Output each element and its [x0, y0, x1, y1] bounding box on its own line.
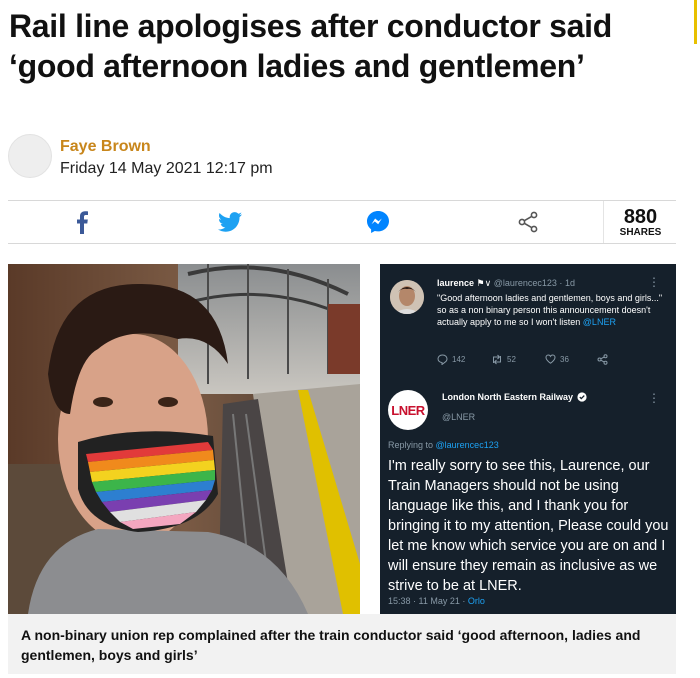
tweet1-flag-emoji: ⚑∨	[476, 278, 492, 288]
tweet1-avatar	[390, 280, 424, 314]
heart-icon	[545, 354, 556, 364]
author-avatar	[8, 134, 52, 178]
tweet1-like-button[interactable]: 36	[545, 354, 569, 364]
retweet-icon	[493, 354, 501, 365]
tweet2-handle[interactable]: @LNER	[442, 412, 475, 422]
tweet2-replying-to: Replying to @laurencec123	[388, 440, 499, 450]
tweet2-client[interactable]: Orlo	[468, 596, 485, 606]
article-photo	[8, 264, 360, 614]
tweet1-handle[interactable]: @laurencec123	[494, 278, 557, 288]
publish-date: Friday 14 May 2021 12:17 pm	[60, 160, 273, 177]
tweet1-avatar-image	[390, 280, 424, 314]
tweet1-header: laurence ⚑∨ @laurencec123 · 1d	[437, 278, 575, 289]
reply-icon	[437, 354, 448, 365]
facebook-share-button[interactable]	[8, 201, 156, 243]
verified-badge-icon	[577, 392, 587, 402]
share-count: 880 SHARES	[603, 201, 677, 243]
tweet1-retweet-count: 52	[507, 355, 516, 364]
station-selfie-illustration	[8, 264, 360, 614]
tweet1-retweet-button[interactable]: 52	[491, 354, 516, 365]
messenger-icon	[367, 211, 389, 233]
tweet1-like-count: 36	[560, 354, 569, 364]
tweet2-name[interactable]: London North Eastern Railway	[442, 392, 573, 402]
tweet1-time: 1d	[564, 278, 575, 288]
messenger-share-button[interactable]	[304, 201, 452, 243]
tweet1-mention[interactable]: @LNER	[583, 317, 616, 327]
photo-caption: A non-binary union rep complained after …	[8, 614, 676, 674]
tweet2-timestamp: 15:38 · 11 May 21 ·	[388, 596, 468, 606]
edge-accent-line	[694, 0, 697, 44]
tweet1-share-button[interactable]	[597, 354, 608, 365]
tweet1-text-body: "Good afternoon ladies and gentlemen, bo…	[437, 293, 663, 327]
twitter-icon	[218, 212, 242, 232]
tweet2-name-row: London North Eastern Railway	[442, 392, 587, 402]
share-button[interactable]	[452, 201, 603, 243]
replying-handle[interactable]: @laurencec123	[436, 440, 499, 450]
tweet1-name[interactable]: laurence	[437, 278, 474, 288]
tweet1-actions: 142 52 36	[437, 354, 637, 366]
lner-avatar: LNER	[388, 390, 428, 430]
caption-text: A non-binary union rep complained after …	[21, 627, 641, 663]
tweet-screenshot: laurence ⚑∨ @laurencec123 · 1d ⋮ "Good a…	[380, 264, 676, 614]
tweet1-dot: ·	[559, 278, 563, 288]
tweet1-reply-button[interactable]: 142	[437, 354, 465, 365]
author-name[interactable]: Faye Brown	[60, 138, 151, 156]
replying-label: Replying to	[388, 440, 436, 450]
tweet1-reply-count: 142	[452, 355, 466, 364]
tweet1-text: "Good afternoon ladies and gentlemen, bo…	[437, 292, 667, 328]
share-count-label: SHARES	[619, 227, 662, 238]
share-count-number: 880	[623, 206, 658, 228]
tweet2-meta: 15:38 · 11 May 21 · Orlo	[388, 596, 485, 606]
twitter-share-button[interactable]	[156, 201, 304, 243]
tweet1-more-icon[interactable]: ⋮	[648, 276, 660, 288]
article-headline: Rail line apologises after conductor sai…	[9, 8, 612, 84]
share-icon	[518, 211, 537, 233]
share-bar: 880 SHARES	[8, 200, 676, 244]
tweet2-more-icon[interactable]: ⋮	[648, 392, 660, 404]
share-icon	[597, 354, 608, 365]
facebook-icon	[77, 211, 88, 234]
tweet2-text: I'm really sorry to see this, Laurence, …	[388, 458, 669, 594]
